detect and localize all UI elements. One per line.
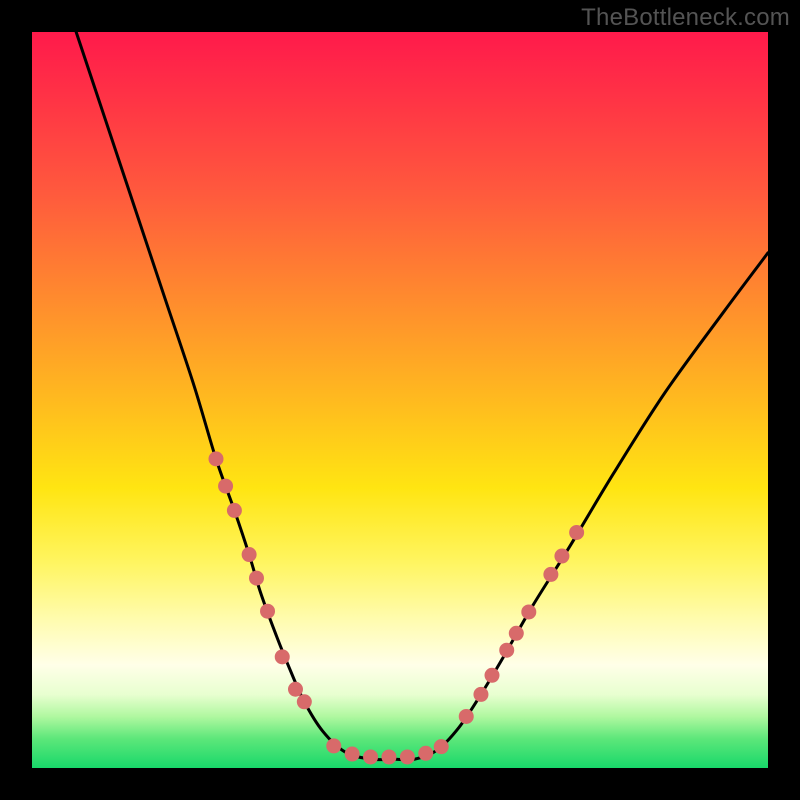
bottom-dots-dot — [418, 746, 433, 761]
left-dots-dot — [227, 503, 242, 518]
left-dots-dot — [275, 649, 290, 664]
left-dots-dot — [260, 604, 275, 619]
plot-area — [32, 32, 768, 768]
left-dots-dot — [297, 694, 312, 709]
right-dots-dot — [485, 668, 500, 683]
bottom-dots-dot — [363, 749, 378, 764]
right-dots-dot — [509, 626, 524, 641]
bottom-dots-dot — [345, 747, 360, 762]
left-dots-dot — [249, 571, 264, 586]
right-dots-dot — [473, 687, 488, 702]
chart-frame: TheBottleneck.com — [0, 0, 800, 800]
left-dots-dot — [218, 479, 233, 494]
right-dots-dot — [554, 549, 569, 564]
bottom-dots-dot — [381, 749, 396, 764]
bottom-dots-dot — [400, 749, 415, 764]
left-dots-dot — [209, 451, 224, 466]
watermark-text: TheBottleneck.com — [581, 4, 790, 32]
bottom-dots-dot — [434, 739, 449, 754]
right-dots-dot — [569, 525, 584, 540]
bottleneck-curve — [76, 32, 768, 760]
marker-layer — [209, 451, 585, 764]
right-dots-dot — [459, 709, 474, 724]
left-dots-dot — [242, 547, 257, 562]
bottom-dots-dot — [326, 738, 341, 753]
left-dots-dot — [288, 682, 303, 697]
right-dots-dot — [521, 604, 536, 619]
right-dots-dot — [543, 567, 558, 582]
right-dots-dot — [499, 643, 514, 658]
curve-svg — [32, 32, 768, 768]
